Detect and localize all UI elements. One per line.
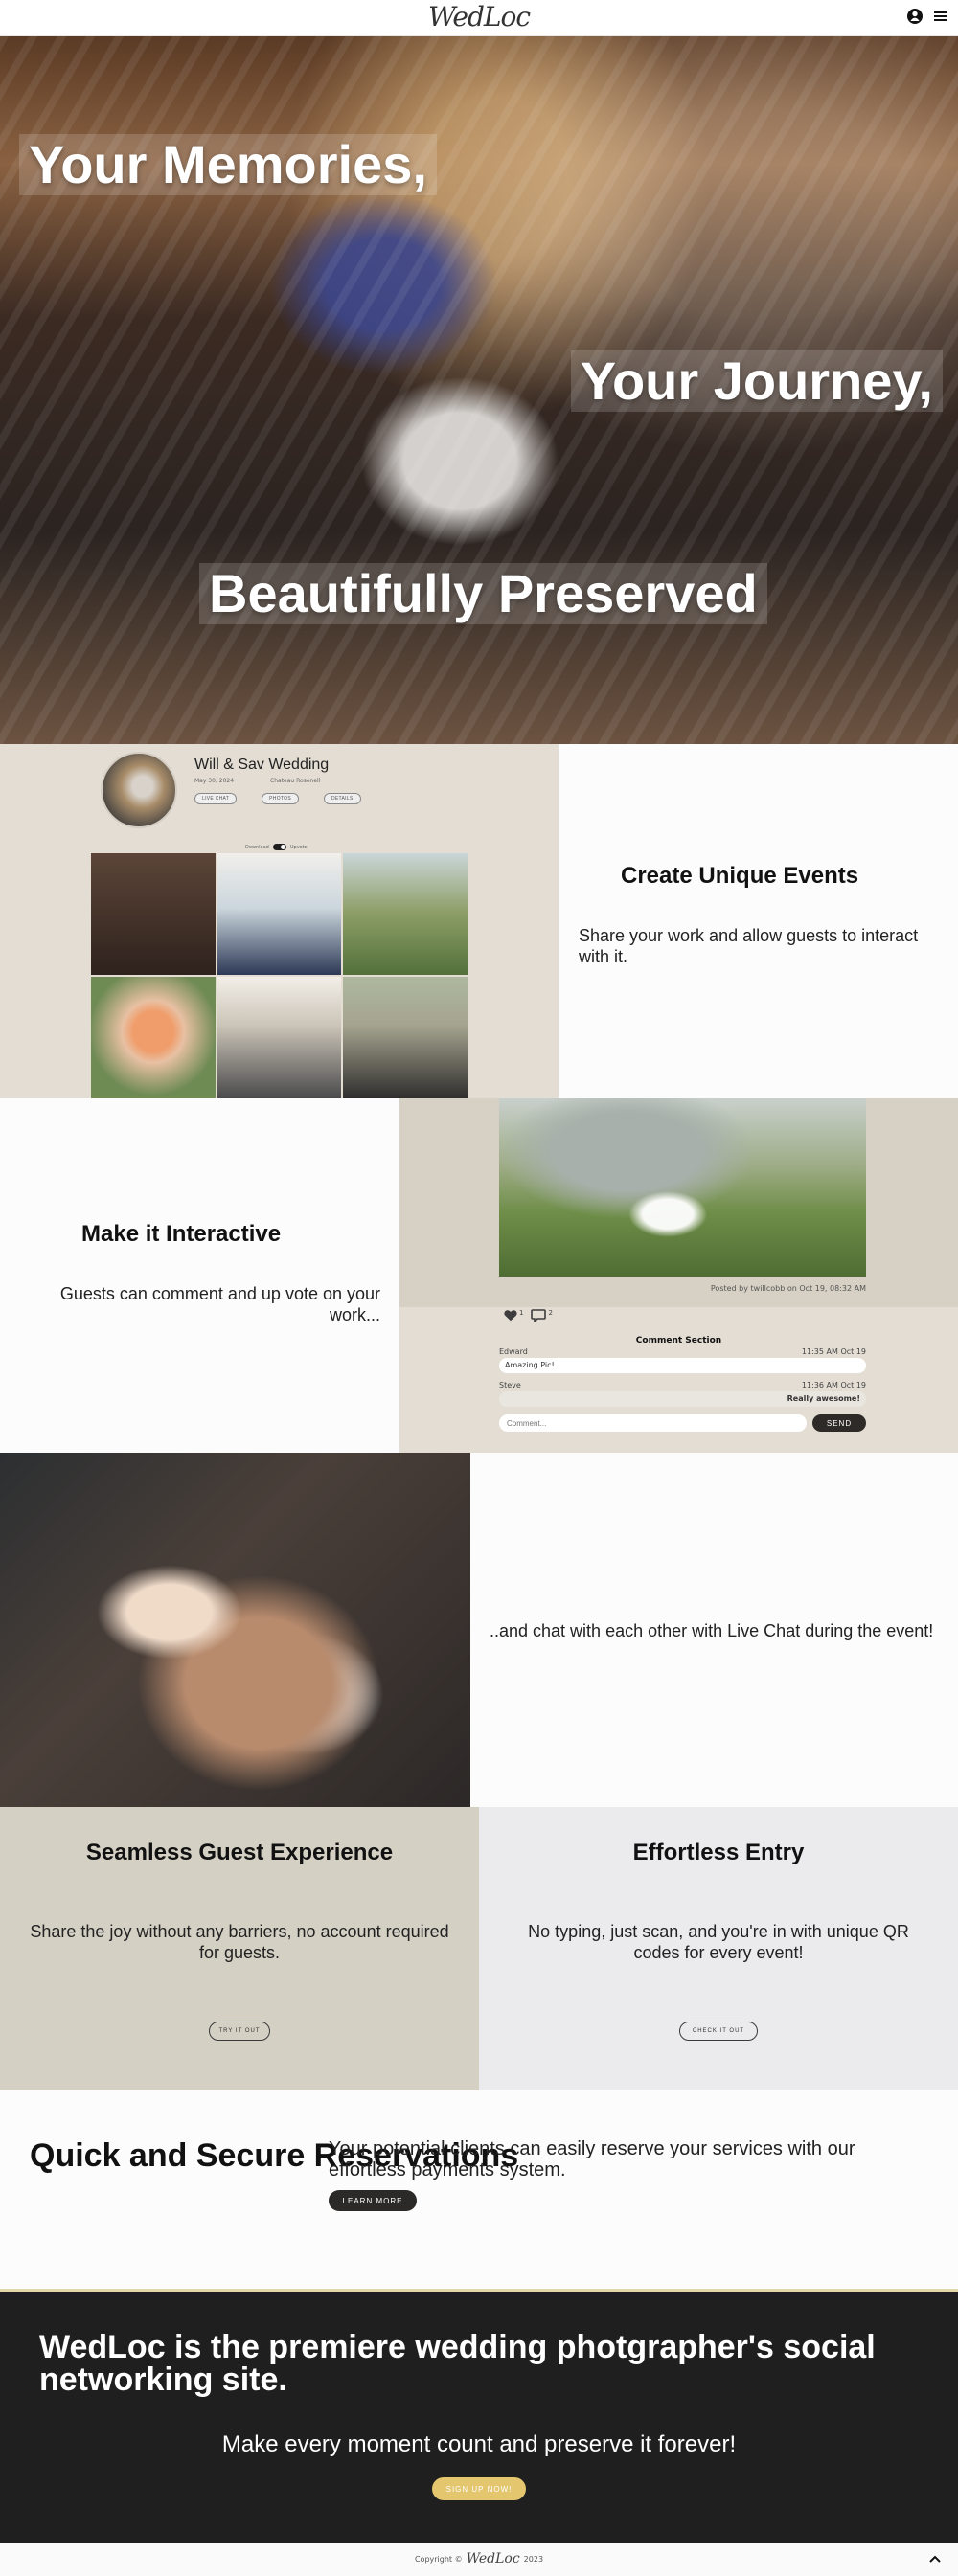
- toggle-label-upvote: Upvote: [289, 844, 308, 850]
- comment-meta: Edward 11:35 AM Oct 19: [499, 1347, 866, 1356]
- hero-line-memories: Your Memories,: [19, 134, 437, 195]
- gallery-photo[interactable]: [217, 853, 342, 975]
- comment-icon: [531, 1309, 547, 1322]
- comment-item: Edward 11:35 AM Oct 19 Amazing Pic!: [499, 1347, 866, 1373]
- interactive-demo-panel: Posted by twillcobb on Oct 19, 08:32 AM …: [399, 1098, 958, 1453]
- hero-line-preserved: Beautifully Preserved: [199, 563, 767, 624]
- signup-cta-section: WedLoc is the premiere wedding photgraph…: [0, 2292, 958, 2543]
- site-footer: Copyright © WedLoc 2023: [0, 2543, 958, 2576]
- hero-banner: Your Memories, Your Journey, Beautifully…: [0, 36, 958, 744]
- chip-live-chat[interactable]: LIVE CHAT: [194, 793, 238, 804]
- effortless-entry-card: Effortless Entry No typing, just scan, a…: [479, 1807, 958, 2090]
- event-title: Will & Sav Wedding: [194, 757, 330, 773]
- toggle-label-download: Download: [245, 844, 269, 850]
- interactive-description: Guests can comment and up vote on your w…: [59, 1284, 380, 1324]
- user-circle-icon[interactable]: [906, 8, 924, 25]
- try-it-out-button[interactable]: TRY IT OUT: [209, 2022, 270, 2041]
- event-profile-card: Will & Sav Wedding May 30, 2024 Chateau …: [101, 752, 484, 828]
- create-events-copy: Create Unique Events Share your work and…: [559, 744, 958, 1098]
- top-navigation: WedLoc: [0, 0, 958, 36]
- effortless-entry-description: No typing, just scan, and you're in with…: [528, 1922, 909, 1962]
- cta-subheading: Make every moment count and preserve it …: [221, 2431, 737, 2457]
- comment-item: Steve 11:36 AM Oct 19 Really awesome!: [499, 1381, 866, 1407]
- copyright-notice: Copyright © WedLoc 2023: [415, 2551, 543, 2566]
- post-reactions: 1 2: [504, 1309, 553, 1322]
- comment-author: Steve: [499, 1381, 521, 1390]
- copyright-prefix: Copyright ©: [414, 2554, 463, 2564]
- event-photo-grid: [91, 853, 468, 1098]
- gallery-photo[interactable]: [217, 977, 342, 1098]
- comment-input[interactable]: [499, 1414, 807, 1432]
- event-date: May 30, 2024: [194, 778, 235, 784]
- comment-text: Really awesome!: [499, 1391, 866, 1407]
- like-reaction[interactable]: 1: [504, 1309, 523, 1322]
- send-comment-button[interactable]: SEND: [812, 1414, 866, 1432]
- cta-heading: WedLoc is the premiere wedding photgraph…: [39, 2329, 876, 2398]
- event-chip-list: LIVE CHAT PHOTOS DETAILS: [194, 793, 361, 804]
- post-image-area: Posted by twillcobb on Oct 19, 08:32 AM: [399, 1098, 958, 1307]
- interactive-section: Make it Interactive Guests can comment a…: [0, 1098, 958, 1453]
- event-meta: May 30, 2024 Chateau Rosenell: [194, 778, 320, 784]
- comment-reaction[interactable]: 2: [531, 1309, 553, 1322]
- check-it-out-button[interactable]: CHECK IT OUT: [679, 2022, 758, 2041]
- chip-photos[interactable]: PHOTOS: [262, 793, 299, 804]
- copyright-year: 2023: [523, 2554, 544, 2564]
- sign-up-button[interactable]: SIGN UP NOW!: [432, 2477, 526, 2500]
- comment-section-heading: Comment Section: [635, 1336, 722, 1345]
- interactive-heading: Make it Interactive: [81, 1221, 282, 1247]
- live-chat-copy: ..and chat with each other with Live Cha…: [470, 1453, 958, 1807]
- phone-photo: [0, 1453, 470, 1807]
- download-toggle-row: Download Upvote: [245, 844, 308, 850]
- reservations-description: Your potential clients can easily reserv…: [329, 2138, 855, 2181]
- download-upvote-toggle[interactable]: [272, 844, 286, 850]
- effortless-entry-heading: Effortless Entry: [632, 1840, 805, 1865]
- comment-time: 11:35 AM Oct 19: [801, 1347, 866, 1356]
- interactive-copy: Make it Interactive Guests can comment a…: [0, 1098, 399, 1453]
- create-events-heading: Create Unique Events: [621, 863, 859, 889]
- guest-experience-heading: Seamless Guest Experience: [85, 1840, 394, 1865]
- like-count: 1: [519, 1309, 524, 1317]
- create-events-section: Will & Sav Wedding May 30, 2024 Chateau …: [0, 744, 958, 1098]
- feature-cards-section: Seamless Guest Experience Share the joy …: [0, 1807, 958, 2090]
- guest-experience-card: Seamless Guest Experience Share the joy …: [0, 1807, 479, 2090]
- learn-more-button[interactable]: LEARN MORE: [329, 2190, 417, 2211]
- event-venue: Chateau Rosenell: [270, 778, 321, 784]
- heart-icon: [504, 1310, 517, 1322]
- comment-time: 11:36 AM Oct 19: [801, 1381, 866, 1390]
- event-avatar: [101, 752, 177, 828]
- chevron-up-icon[interactable]: [927, 2551, 943, 2566]
- comment-author: Edward: [499, 1347, 528, 1356]
- gallery-photo[interactable]: [343, 977, 468, 1098]
- comment-composer: SEND: [499, 1414, 866, 1432]
- wedloc-logo[interactable]: WedLoc: [428, 1, 531, 33]
- footer-logo: WedLoc: [466, 2551, 520, 2566]
- comment-text: Amazing Pic!: [499, 1358, 866, 1373]
- guest-experience-description: Share the joy without any barriers, no a…: [30, 1922, 449, 1962]
- gallery-photo[interactable]: [343, 853, 468, 975]
- header-actions: [906, 8, 948, 25]
- comment-count: 2: [548, 1309, 553, 1317]
- event-preview-panel: Will & Sav Wedding May 30, 2024 Chateau …: [0, 744, 559, 1098]
- chat-text-before: ..and chat with each other with: [490, 1621, 728, 1640]
- menu-icon[interactable]: [933, 10, 948, 23]
- reservations-section: Quick and Secure Reservations Your poten…: [0, 2090, 958, 2292]
- live-chat-link[interactable]: Live Chat: [727, 1621, 800, 1640]
- posted-meta: Posted by twillcobb on Oct 19, 08:32 AM: [710, 1284, 866, 1293]
- chip-details[interactable]: DETAILS: [324, 793, 361, 804]
- hero-line-journey: Your Journey,: [570, 350, 943, 412]
- live-chat-section: ..and chat with each other with Live Cha…: [0, 1453, 958, 1807]
- create-events-description: Share your work and allow guests to inte…: [579, 926, 919, 966]
- post-photo[interactable]: [499, 1098, 866, 1277]
- gallery-photo[interactable]: [91, 853, 216, 975]
- live-chat-description: ..and chat with each other with Live Cha…: [490, 1621, 940, 1642]
- comment-meta: Steve 11:36 AM Oct 19: [499, 1381, 866, 1390]
- gallery-photo[interactable]: [91, 977, 216, 1098]
- chat-text-after: during the event!: [800, 1621, 934, 1640]
